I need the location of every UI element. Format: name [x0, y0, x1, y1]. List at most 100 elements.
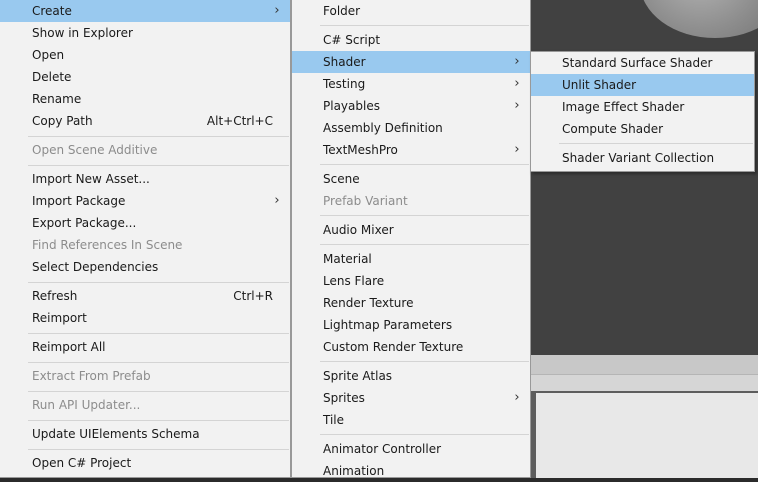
menu-item-custom-render-texture[interactable]: Custom Render Texture	[292, 336, 530, 358]
menu-item-label: Import Package	[32, 194, 126, 208]
chevron-right-icon: ›	[274, 3, 280, 18]
menu-item-standard-surface-shader[interactable]: Standard Surface Shader	[531, 52, 754, 74]
menu-item-label: Sprite Atlas	[323, 369, 393, 383]
menu-item-assembly-definition[interactable]: Assembly Definition	[292, 117, 530, 139]
menu-item-label: Copy Path	[32, 114, 93, 128]
menu-item-create[interactable]: Create ›	[0, 0, 290, 22]
menu-item-shader[interactable]: Shader ›	[292, 51, 530, 73]
menu-item-label: Open Scene Additive	[32, 143, 158, 157]
chevron-right-icon: ›	[514, 98, 520, 113]
menu-item-label: Import New Asset...	[32, 172, 150, 186]
menu-item-audio-mixer[interactable]: Audio Mixer	[292, 219, 530, 241]
menu-item-animation[interactable]: Animation	[292, 460, 530, 482]
menu-item-show-in-explorer[interactable]: Show in Explorer	[0, 22, 290, 44]
menu-item-label: Update UIElements Schema	[32, 427, 200, 441]
menu-item-open[interactable]: Open	[0, 44, 290, 66]
menu-item-import-new-asset[interactable]: Import New Asset...	[0, 168, 290, 190]
menu-item-reimport-all[interactable]: Reimport All	[0, 336, 290, 358]
menu-item-sprites[interactable]: Sprites ›	[292, 387, 530, 409]
menu-item-label: Folder	[323, 4, 361, 18]
menu-item-material[interactable]: Material	[292, 248, 530, 270]
menu-item-label: Reimport	[32, 311, 87, 325]
menu-item-reimport[interactable]: Reimport	[0, 307, 290, 329]
menu-item-update-uielements-schema[interactable]: Update UIElements Schema	[0, 423, 290, 445]
menu-item-label: Lens Flare	[323, 274, 385, 288]
menu-item-prefab-variant[interactable]: Prefab Variant	[292, 190, 530, 212]
menu-separator	[28, 333, 289, 334]
menu-item-compute-shader[interactable]: Compute Shader	[531, 118, 754, 140]
menu-item-export-package[interactable]: Export Package...	[0, 212, 290, 234]
project-panel	[536, 393, 758, 478]
menu-item-label: Animation	[323, 464, 385, 478]
menu-item-render-texture[interactable]: Render Texture	[292, 292, 530, 314]
menu-item-playables[interactable]: Playables ›	[292, 95, 530, 117]
menu-item-shader-variant-collection[interactable]: Shader Variant Collection	[531, 147, 754, 169]
menu-item-label: Show in Explorer	[32, 26, 133, 40]
context-menu-create: Folder C# Script Shader › Testing › Play…	[291, 0, 531, 478]
menu-item-animator-controller[interactable]: Animator Controller	[292, 438, 530, 460]
menu-item-label: TextMeshPro	[323, 143, 398, 157]
menu-item-label: Rename	[32, 92, 82, 106]
menu-item-unlit-shader[interactable]: Unlit Shader	[531, 74, 754, 96]
menu-item-shortcut: Ctrl+R	[233, 289, 273, 303]
menu-separator	[28, 136, 289, 137]
menu-item-import-package[interactable]: Import Package ›	[0, 190, 290, 212]
menu-item-copy-path[interactable]: Copy Path Alt+Ctrl+C	[0, 110, 290, 132]
menu-item-find-references-in-scene[interactable]: Find References In Scene	[0, 234, 290, 256]
menu-item-label: Assembly Definition	[323, 121, 443, 135]
menu-separator	[320, 244, 529, 245]
menu-item-run-api-updater[interactable]: Run API Updater...	[0, 394, 290, 416]
menu-item-delete[interactable]: Delete	[0, 66, 290, 88]
menu-separator	[320, 361, 529, 362]
menu-item-label: Delete	[32, 70, 72, 84]
menu-item-label: Sprites	[323, 391, 365, 405]
menu-item-label: Open C# Project	[32, 456, 132, 470]
menu-item-shortcut: Alt+Ctrl+C	[206, 114, 273, 128]
menu-item-label: Tile	[323, 413, 345, 427]
menu-item-label: Shader Variant Collection	[562, 151, 715, 165]
chevron-right-icon: ›	[514, 142, 520, 157]
menu-item-folder[interactable]: Folder	[292, 0, 530, 22]
menu-item-sprite-atlas[interactable]: Sprite Atlas	[292, 365, 530, 387]
menu-item-label: Standard Surface Shader	[562, 56, 713, 70]
panel-toolbar	[530, 374, 758, 392]
menu-item-open-csharp-project[interactable]: Open C# Project	[0, 452, 290, 474]
menu-item-label: Material	[323, 252, 372, 266]
menu-item-label: Reimport All	[32, 340, 106, 354]
menu-item-label: Animator Controller	[323, 442, 442, 456]
menu-separator	[559, 143, 753, 144]
menu-item-image-effect-shader[interactable]: Image Effect Shader	[531, 96, 754, 118]
menu-item-label: Refresh	[32, 289, 78, 303]
chevron-right-icon: ›	[274, 193, 280, 208]
menu-item-rename[interactable]: Rename	[0, 88, 290, 110]
menu-separator	[320, 215, 529, 216]
chevron-right-icon: ›	[514, 76, 520, 91]
menu-separator	[320, 434, 529, 435]
menu-item-refresh[interactable]: Refresh Ctrl+R	[0, 285, 290, 307]
menu-item-tile[interactable]: Tile	[292, 409, 530, 431]
menu-item-label: Unlit Shader	[562, 78, 637, 92]
menu-separator	[28, 420, 289, 421]
menu-item-testing[interactable]: Testing ›	[292, 73, 530, 95]
menu-item-csharp-script[interactable]: C# Script	[292, 29, 530, 51]
menu-item-label: Export Package...	[32, 216, 137, 230]
menu-item-extract-from-prefab[interactable]: Extract From Prefab	[0, 365, 290, 387]
menu-item-textmeshpro[interactable]: TextMeshPro ›	[292, 139, 530, 161]
menu-separator	[28, 362, 289, 363]
menu-item-label: Find References In Scene	[32, 238, 183, 252]
menu-item-label: C# Script	[323, 33, 381, 47]
menu-separator	[28, 391, 289, 392]
menu-separator	[28, 449, 289, 450]
menu-item-label: Select Dependencies	[32, 260, 159, 274]
menu-item-select-dependencies[interactable]: Select Dependencies	[0, 256, 290, 278]
menu-item-label: Render Texture	[323, 296, 414, 310]
menu-item-lightmap-parameters[interactable]: Lightmap Parameters	[292, 314, 530, 336]
menu-item-lens-flare[interactable]: Lens Flare	[292, 270, 530, 292]
menu-item-label: Playables	[323, 99, 380, 113]
menu-item-open-scene-additive[interactable]: Open Scene Additive	[0, 139, 290, 161]
menu-separator	[28, 282, 289, 283]
menu-separator	[320, 164, 529, 165]
menu-item-scene[interactable]: Scene	[292, 168, 530, 190]
menu-item-label: Create	[32, 4, 72, 18]
panel-divider	[530, 355, 758, 374]
